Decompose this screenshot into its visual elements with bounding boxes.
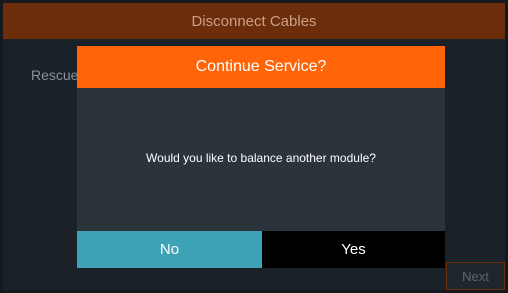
dialog-body: Would you like to balance another module…: [77, 88, 445, 228]
background-label: Rescue: [31, 67, 79, 83]
screen-title: Disconnect Cables: [191, 12, 317, 30]
continue-service-dialog: Continue Service? Would you like to bala…: [77, 46, 445, 268]
dialog-message: Would you like to balance another module…: [146, 151, 376, 165]
yes-button[interactable]: Yes: [262, 231, 445, 268]
dialog-button-bar: No Yes: [77, 231, 445, 268]
app-screen: Disconnect Cables Rescue Next Continue S…: [3, 3, 505, 290]
next-button[interactable]: Next: [446, 262, 505, 290]
no-button[interactable]: No: [77, 231, 262, 268]
dialog-title: Continue Service?: [77, 46, 445, 88]
screen-header: Disconnect Cables: [3, 3, 505, 39]
